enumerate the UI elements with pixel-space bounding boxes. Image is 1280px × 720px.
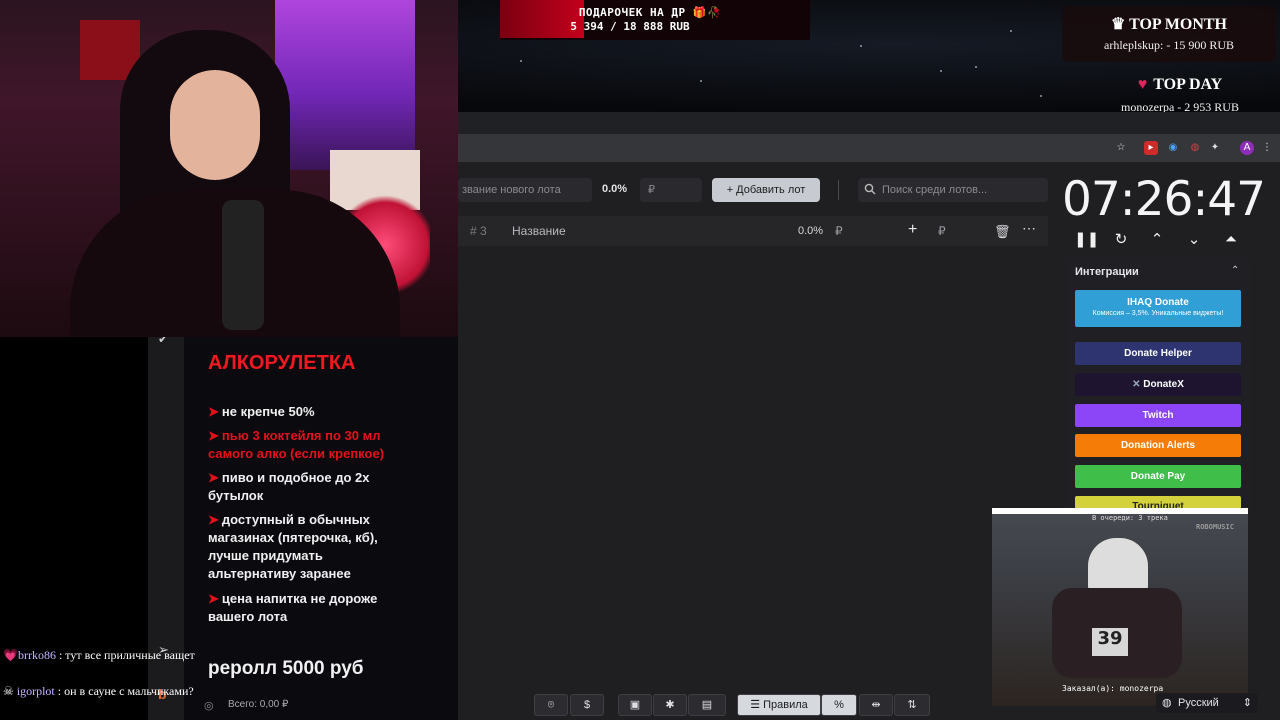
lot-name-field[interactable]: Название	[512, 224, 566, 238]
split-icon[interactable]: ⇹	[859, 694, 893, 716]
integration-twitch[interactable]: Twitch	[1075, 404, 1241, 427]
search-icon	[864, 183, 876, 195]
language-select[interactable]: ◍ Русский ⇕	[1156, 693, 1258, 713]
queue-count: В очереди: 3 трека	[1092, 514, 1168, 522]
add-lot-label: Добавить лот	[736, 184, 806, 196]
lot-extra-amount-field[interactable]: ₽	[938, 224, 946, 238]
rule-item: ➤ пью 3 коктейля по 30 мл самого алко (ес…	[208, 428, 385, 461]
chat-username: brrko86	[17, 648, 56, 662]
sound-icon[interactable]: ◉	[1166, 141, 1180, 155]
puzzle-icon[interactable]: ✦	[1208, 141, 1222, 155]
new-lot-amount-input[interactable]: ₽	[640, 178, 702, 202]
rule-item: ➤ не крепче 50%	[208, 404, 315, 419]
lot-search-input[interactable]: Поиск среди лотов...	[858, 178, 1048, 202]
hidden-eye-icon[interactable]: ◎	[204, 699, 214, 712]
top-month-value: arhlеplskup: - 15 900 RUB	[1104, 38, 1234, 52]
extension-icon[interactable]: ◍	[1188, 141, 1202, 155]
integration-label: Twitch	[1142, 410, 1174, 421]
gift-goal-amount: 5 394 / 18 888 RUB	[570, 20, 690, 33]
sort-icon[interactable]: ⇅	[894, 694, 930, 716]
bug-icon[interactable]: ✱	[653, 694, 687, 716]
heart-icon: ♥	[1137, 76, 1148, 93]
music-video-widget: В очереди: 3 трека ROBOMUSIC 39 Заказал(…	[992, 508, 1248, 706]
plus-icon: +	[726, 184, 737, 196]
integration-donate-pay[interactable]: Donate Pay	[1075, 465, 1241, 488]
reset-icon[interactable]: ↻	[1110, 230, 1132, 250]
lot-add-amount-button[interactable]: +	[908, 221, 917, 239]
top-month-title: TOP MONTH	[1129, 16, 1227, 33]
chat-username: igorplot	[16, 684, 55, 698]
youtube-icon[interactable]: ▸	[1144, 141, 1158, 155]
integration-label: Donate Pay	[1130, 471, 1186, 482]
x-icon: ✕	[1132, 379, 1144, 390]
lot-number: # 3	[470, 224, 487, 238]
chevron-down-icon[interactable]: ⌄	[1183, 230, 1205, 250]
reroll-note: реролл 5000 руб	[208, 658, 364, 679]
integration-label: DonateX	[1143, 379, 1184, 390]
integration-label: Donate Helper	[1124, 348, 1192, 359]
integrations-title: Интеграции	[1075, 266, 1139, 278]
total-amount: Всего: 0,00 ₽	[228, 699, 289, 710]
language-label: Русский	[1178, 697, 1219, 709]
integration-sub: Комиссия – 3,5%. Уникальные виджеты!	[1092, 310, 1224, 317]
more-options-icon[interactable]: ⋯	[1022, 220, 1036, 237]
emote-icon: 💗	[3, 648, 18, 662]
music-brand: ROBOMUSIC	[1196, 523, 1234, 531]
percent-button[interactable]: %	[821, 694, 857, 716]
save-icon[interactable]: ▣	[618, 694, 652, 716]
rules-title: АЛКОРУЛЕТКА	[208, 352, 356, 374]
gift-goal-title: ПОДАРОЧЕК НА ДР 🎁🥀	[578, 6, 722, 19]
skull-icon: ☠	[3, 684, 14, 698]
lot-percent: 0.0%	[798, 225, 824, 237]
integration-label: Donation Alerts	[1120, 440, 1196, 451]
rule-item: ➤ доступный в обычных магазинах (пятерочк…	[208, 512, 378, 581]
chevron-up-icon[interactable]: ⌃	[1231, 265, 1239, 276]
chat-message: ☠ igorplot : он в сауне с мальчиками?	[3, 684, 194, 698]
delete-lot-icon[interactable]: 🗑	[994, 224, 1011, 240]
dollar-button[interactable]: $	[570, 694, 604, 716]
top-day-title: TOP DAY	[1153, 76, 1223, 93]
new-lot-percent: 0.0%	[602, 183, 628, 195]
chevron-updown-icon: ⇕	[1242, 697, 1252, 709]
chat-message: 💗brrko86 : тут все приличные ващет	[3, 648, 195, 662]
timer-display: 07:26:47	[1062, 172, 1266, 227]
integration-label: IHAQ Donate	[1127, 297, 1189, 308]
integration-donation-alerts[interactable]: Donation Alerts	[1075, 434, 1241, 457]
new-lot-name-input[interactable]: звание нового лота	[458, 178, 592, 202]
integration-ihaq-donate[interactable]: IHAQ Donate Комиссия – 3,5%. Уникальные …	[1075, 290, 1241, 327]
top-month-widget: ♛ TOP MONTH arhlеplskup: - 15 900 RUB	[1062, 6, 1276, 62]
rules-button[interactable]: ☰ Правила	[737, 694, 821, 716]
add-lot-button[interactable]: + Добавить лот	[712, 178, 820, 202]
rules-button-label: Правила	[763, 699, 808, 711]
lot-amount-field[interactable]: ₽	[835, 224, 843, 238]
pause-icon[interactable]: ❚❚	[1074, 230, 1099, 250]
chat-text: тут все приличные ващет	[65, 648, 195, 662]
rule-item: ➤ цена напитка не дороже вашего лота	[208, 591, 378, 624]
profile-avatar[interactable]: A	[1240, 141, 1254, 155]
webcam-feed	[0, 0, 458, 337]
browser-tab-strip	[458, 112, 1280, 134]
chat-text: он в сауне с мальчиками?	[64, 684, 194, 698]
integration-donatex[interactable]: ✕ DonateX	[1075, 373, 1241, 396]
ordered-by: Заказал(а): monozerpa	[1062, 684, 1164, 693]
star-icon[interactable]: ☆	[1114, 141, 1128, 155]
toolbar-divider	[838, 180, 839, 200]
github-icon[interactable]: ⌾	[534, 694, 568, 716]
list-icon: ☰	[750, 699, 764, 711]
rule-item: ➤ пиво и подобное до 2х бутылок	[208, 470, 370, 503]
double-chevron-up-icon[interactable]: ⏶	[1220, 230, 1242, 250]
integration-donate-helper[interactable]: Donate Helper	[1075, 342, 1241, 365]
crown-icon: ♛	[1111, 16, 1130, 33]
chevron-up-icon[interactable]: ⌃	[1146, 230, 1168, 250]
clear-icon[interactable]: ▤	[688, 694, 726, 716]
globe-icon: ◍	[1162, 697, 1172, 709]
menu-dots-icon[interactable]: ⋮	[1260, 141, 1274, 155]
